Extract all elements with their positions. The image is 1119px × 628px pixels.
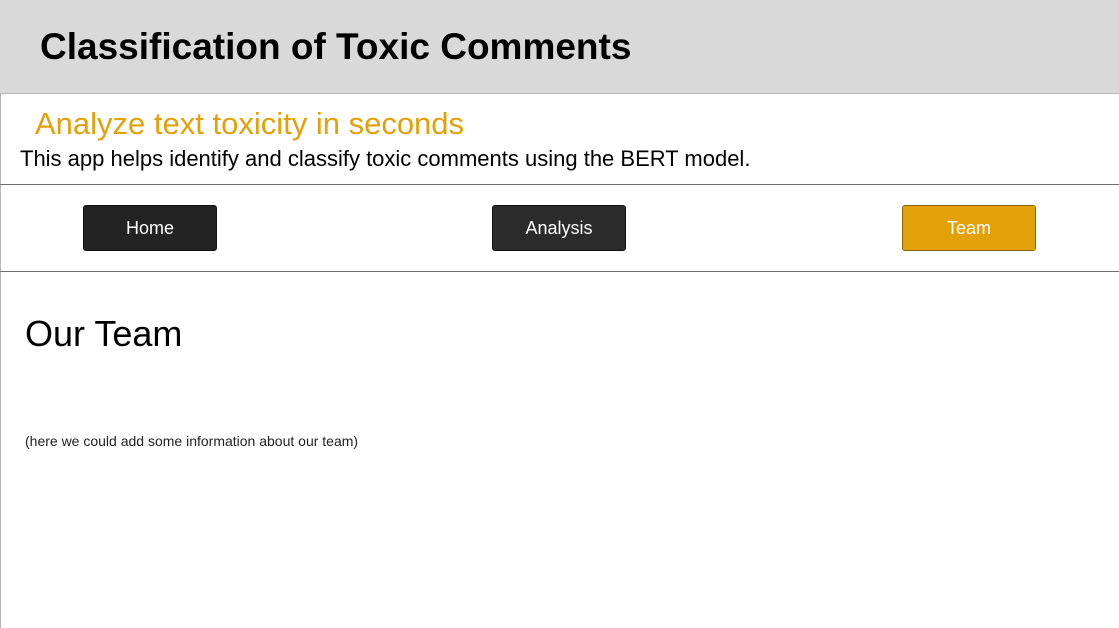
section-text: (here we could add some information abou… <box>25 433 359 449</box>
nav-divider-top <box>0 184 1119 185</box>
nav-analysis-label: Analysis <box>525 217 593 238</box>
nav-analysis-button[interactable]: Analysis <box>492 205 626 251</box>
app-subtitle: Analyze text toxicity in seconds <box>35 106 465 141</box>
nav-home-button[interactable]: Home <box>83 205 217 251</box>
app-header: Classification of Toxic Comments <box>0 0 1119 94</box>
nav-team-button[interactable]: Team <box>902 205 1036 251</box>
nav-team-label: Team <box>946 217 991 238</box>
section-title: Our Team <box>25 313 183 354</box>
app-title: Classification of Toxic Comments <box>40 26 632 67</box>
app-description: This app helps identify and classify tox… <box>20 146 751 171</box>
nav-divider-bottom <box>0 271 1119 272</box>
nav-home-label: Home <box>125 217 174 238</box>
